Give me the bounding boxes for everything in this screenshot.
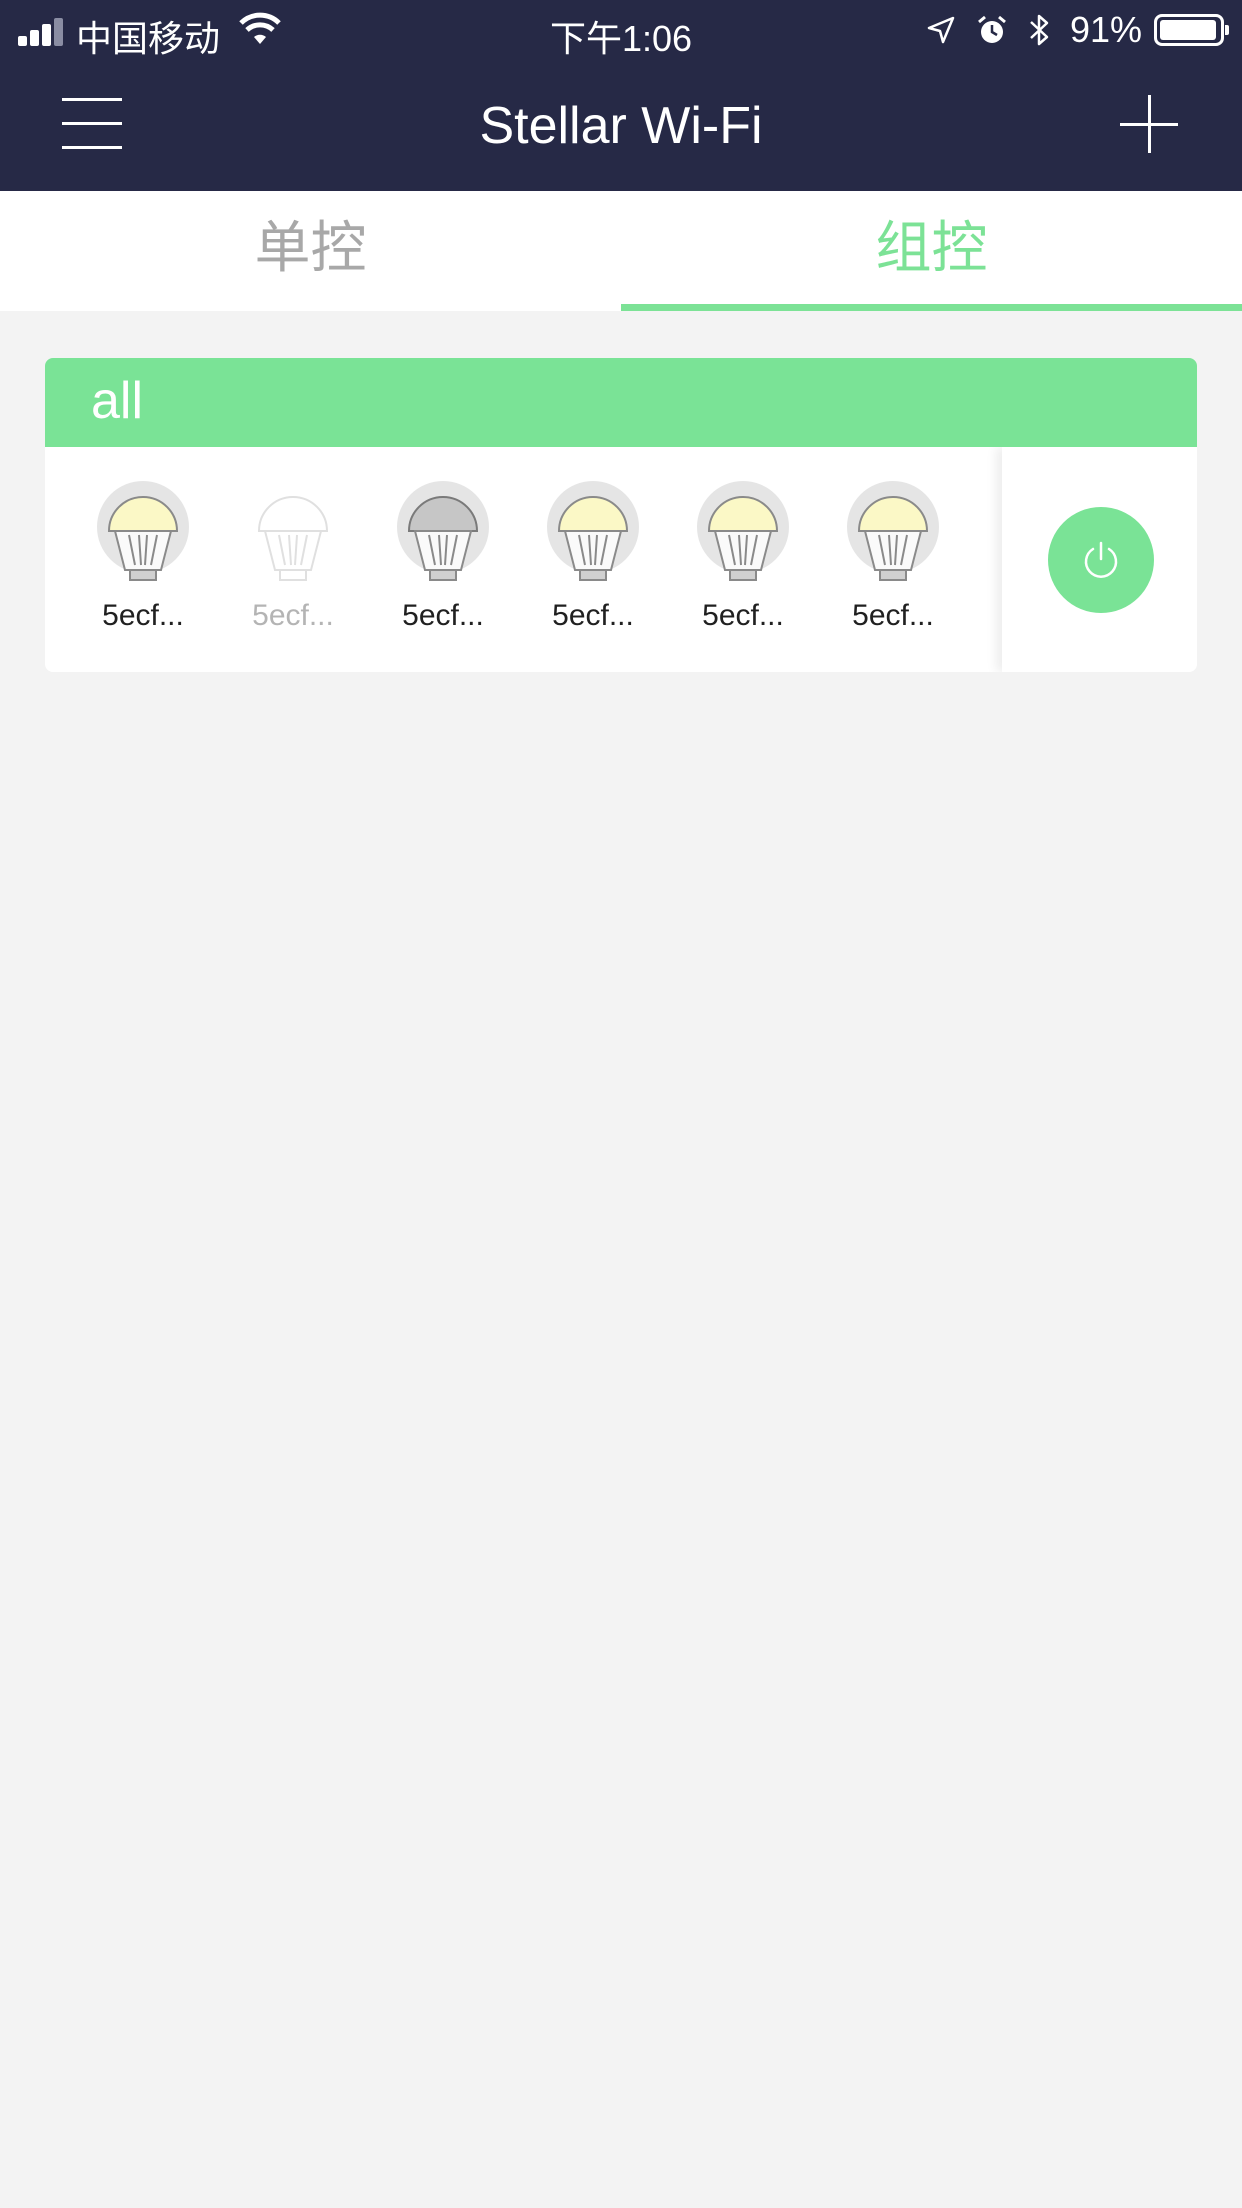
group-device-list: 5ecf... 5ecf... 5ecf... 5ecf... 5ecf... … xyxy=(45,447,1197,672)
device-name: 5ecf... xyxy=(702,599,784,632)
device-item[interactable]: 5ecf... xyxy=(523,475,663,633)
bluetooth-icon xyxy=(1030,14,1049,46)
status-bar: 中国移动 下午1:06 91% xyxy=(0,0,1242,62)
group-power-button[interactable] xyxy=(1048,507,1154,613)
battery-percent: 91% xyxy=(1069,9,1142,50)
bulb-on-icon xyxy=(697,481,789,581)
tab-single-control[interactable]: 单控 xyxy=(0,191,621,311)
device-item[interactable]: 5ecf... xyxy=(73,475,213,633)
device-name: 5ecf... xyxy=(102,599,184,632)
group-power-panel xyxy=(1002,447,1197,672)
device-name: 5ecf... xyxy=(252,599,334,632)
page-title: Stellar Wi-Fi xyxy=(479,97,763,155)
battery-icon xyxy=(1154,14,1229,46)
active-tab-indicator xyxy=(621,304,1242,311)
status-indicators: 91% xyxy=(926,9,1229,50)
bulb-off-icon xyxy=(397,481,489,581)
bulb-offline-icon xyxy=(257,496,329,581)
device-item[interactable]: 5ecf... xyxy=(373,475,513,633)
device-name: 5ecf... xyxy=(402,599,484,632)
tab-bar: 单控 组控 xyxy=(0,191,1242,311)
app-header: 中国移动 下午1:06 91% Stellar Wi-Fi xyxy=(0,0,1242,191)
device-item[interactable]: 5ecf... xyxy=(223,475,363,633)
tab-group-control[interactable]: 组控 xyxy=(621,191,1242,311)
location-icon xyxy=(927,16,955,44)
device-item[interactable]: 5ecf... xyxy=(673,475,813,633)
bulb-on-icon xyxy=(547,481,639,581)
bulb-on-icon xyxy=(847,481,939,581)
bulb-on-icon xyxy=(97,481,189,581)
alarm-icon xyxy=(977,15,1006,43)
power-icon xyxy=(1084,541,1118,578)
device-name: 5ecf... xyxy=(852,599,934,632)
device-item[interactable]: 5ecf... xyxy=(823,475,963,633)
device-name: 5ecf... xyxy=(552,599,634,632)
group-header[interactable]: all xyxy=(45,358,1197,447)
add-icon[interactable] xyxy=(1120,95,1178,153)
